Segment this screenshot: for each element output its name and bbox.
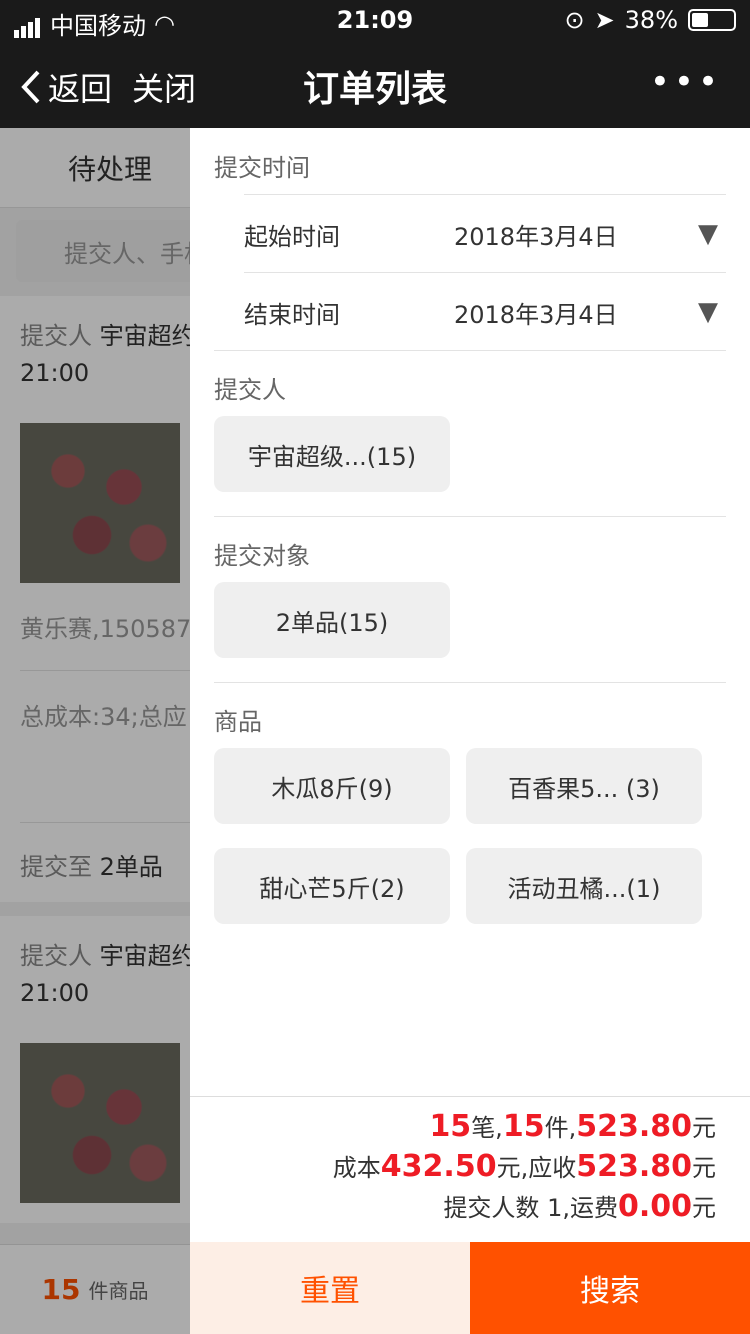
target-title: 提交对象 [214,542,310,570]
reset-button[interactable]: 重置 [190,1242,470,1334]
nav-bar: 返回 关闭 订单列表 ••• [0,40,750,128]
submitters-freight-label: 提交人数 1,运费 [443,1194,618,1222]
goods-chip[interactable]: 百香果5... (3) [466,748,702,824]
total-amount: 523.80 [576,1109,692,1144]
goods-chip[interactable]: 木瓜8斤(9) [214,748,450,824]
divider [214,682,726,683]
freight-value: 0.00 [617,1189,692,1224]
summary-line-1: 15笔,15件,523.80元 [190,1107,716,1147]
battery-percent: 38% [624,6,678,34]
dim-overlay[interactable] [0,128,190,1334]
status-right: ⊙ ➤ 38% [564,6,736,34]
summary-line-2: 成本432.50元,应收523.80元 [190,1147,716,1187]
start-time-label: 起始时间 [244,222,340,251]
filter-drawer: 提交时间 起始时间 2018年3月4日 ▼ 结束时间 2018年3月4日 ▼ 提… [190,128,750,1334]
cost-unit: 元,应收 [496,1154,577,1182]
more-icon[interactable]: ••• [650,62,722,102]
start-time-value: 2018年3月4日 [454,222,618,251]
end-time-row[interactable]: 结束时间 2018年3月4日 ▼ [244,273,726,351]
status-bar: 中国移动 ◠ 21:09 ⊙ ➤ 38% [0,0,750,40]
dropdown-arrow-icon[interactable]: ▼ [690,297,726,327]
cost-label: 成本 [332,1154,381,1182]
location-icon: ➤ [594,6,615,34]
start-time-row[interactable]: 起始时间 2018年3月4日 ▼ [244,195,726,273]
lock-rotation-icon: ⊙ [564,6,585,34]
submitter-title: 提交人 [214,376,286,404]
target-chip[interactable]: 2单品(15) [214,582,450,658]
items-count: 15 [502,1109,545,1144]
orders-count: 15 [429,1109,472,1144]
goods-title: 商品 [214,708,262,736]
submitter-chip[interactable]: 宇宙超级...(15) [214,416,450,492]
dropdown-arrow-icon[interactable]: ▼ [690,219,726,249]
divider [214,516,726,517]
orders-unit: 笔, [471,1114,503,1142]
end-time-value: 2018年3月4日 [454,300,618,329]
order-summary: 15笔,15件,523.80元 成本432.50元,应收523.80元 提交人数… [190,1096,750,1227]
end-time-label: 结束时间 [244,300,340,329]
goods-chip[interactable]: 甜心芒5斤(2) [214,848,450,924]
receivable-unit: 元 [692,1154,716,1182]
items-unit: 件, [544,1114,577,1142]
summary-line-3: 提交人数 1,运费0.00元 [190,1187,716,1227]
search-button[interactable]: 搜索 [470,1242,750,1334]
battery-icon [688,9,736,31]
goods-chip[interactable]: 活动丑橘...(1) [466,848,702,924]
cost-value: 432.50 [380,1149,497,1184]
page-title: 订单列表 [302,69,447,110]
submit-time-title: 提交时间 [214,154,310,182]
freight-unit: 元 [692,1194,716,1222]
drawer-actions: 重置 搜索 [190,1242,750,1334]
receivable-value: 523.80 [576,1149,692,1184]
amount-unit: 元 [692,1114,716,1142]
divider [214,350,726,351]
